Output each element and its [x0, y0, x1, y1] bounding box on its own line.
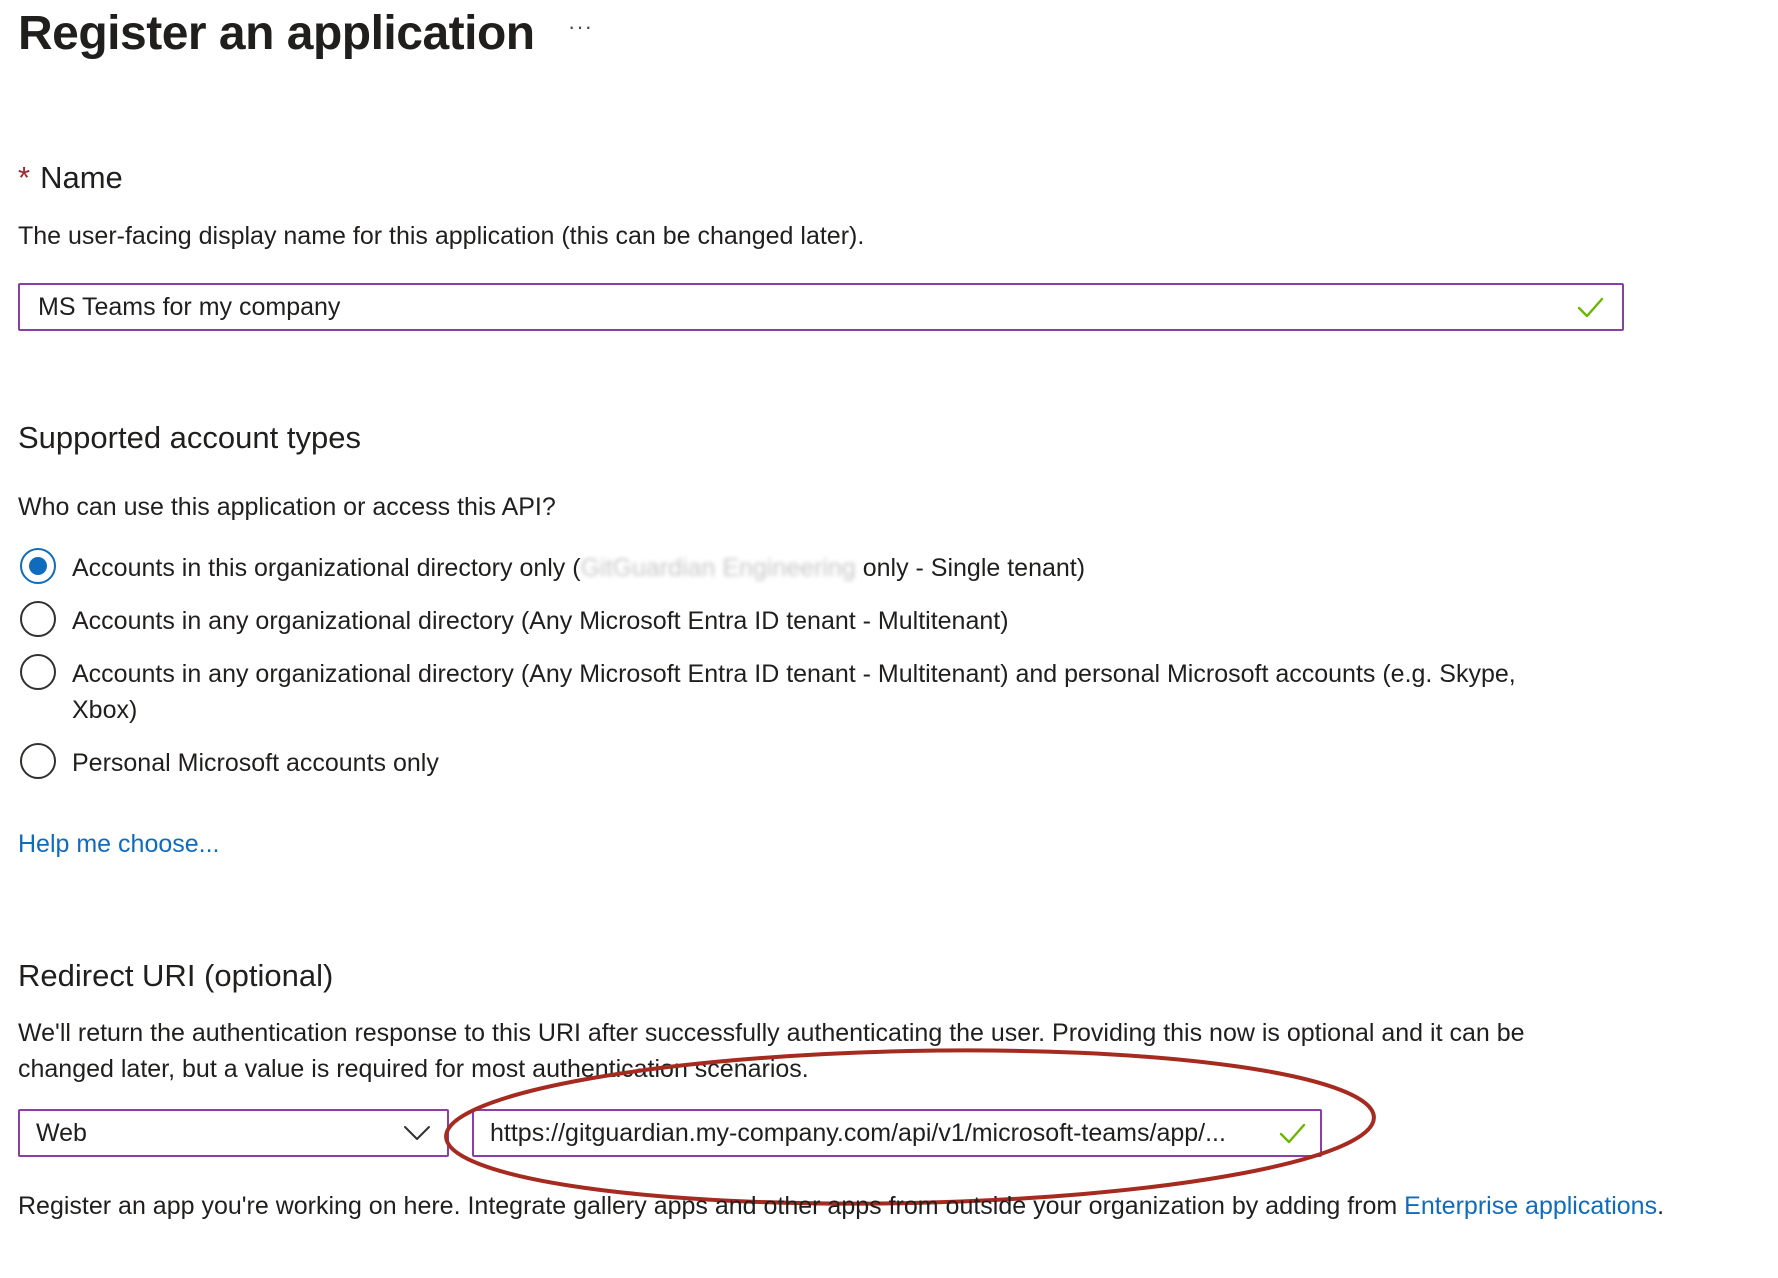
- account-option-single-tenant[interactable]: Accounts in this organizational director…: [20, 548, 1085, 586]
- redacted-tenant-name: GitGuardian Engineering: [580, 554, 856, 582]
- checkmark-icon: [1279, 1123, 1306, 1144]
- account-option-multitenant[interactable]: Accounts in any organizational directory…: [20, 601, 1009, 639]
- register-app-page: Register an application ··· * Name The us…: [0, 0, 1778, 1278]
- redirect-description-line-2: changed later, but a value is required f…: [18, 1055, 809, 1083]
- radio-button-selected[interactable]: [20, 548, 56, 584]
- option-line-1: Accounts in any organizational directory…: [72, 660, 1516, 688]
- option-line-2: Xbox): [72, 696, 138, 724]
- name-input[interactable]: MS Teams for my company: [18, 283, 1624, 331]
- redirect-uri-input[interactable]: https://gitguardian.my-company.com/api/v…: [472, 1109, 1322, 1157]
- platform-selected-value: Web: [36, 1118, 87, 1147]
- help-me-choose-link[interactable]: Help me choose...: [18, 830, 220, 859]
- account-option-label: Accounts in this organizational director…: [72, 550, 1085, 586]
- account-option-label: Accounts in any organizational directory…: [72, 656, 1516, 728]
- account-types-question: Who can use this application or access t…: [18, 493, 556, 521]
- radio-button[interactable]: [20, 743, 56, 779]
- more-options-icon[interactable]: ···: [568, 14, 593, 40]
- account-option-label: Accounts in any organizational directory…: [72, 607, 1009, 635]
- account-option-label: Personal Microsoft accounts only: [72, 749, 439, 777]
- name-label: * Name: [18, 160, 123, 196]
- account-option-personal[interactable]: Personal Microsoft accounts only: [20, 743, 439, 781]
- checkmark-icon: [1577, 297, 1604, 318]
- name-label-text: Name: [40, 160, 123, 195]
- footer-text: Register an app you're working on here. …: [18, 1192, 1664, 1221]
- name-description: The user-facing display name for this ap…: [18, 222, 865, 250]
- option-text-after: only - Single tenant): [855, 554, 1086, 582]
- redirect-description-line-1: We'll return the authentication response…: [18, 1019, 1525, 1047]
- redirect-uri-title: Redirect URI (optional): [18, 958, 334, 993]
- redirect-uri-value: https://gitguardian.my-company.com/api/v…: [490, 1118, 1226, 1147]
- required-mark: *: [18, 160, 31, 195]
- platform-dropdown[interactable]: Web: [18, 1109, 449, 1157]
- account-option-multitenant-personal[interactable]: Accounts in any organizational directory…: [20, 654, 1516, 728]
- account-types-title: Supported account types: [18, 420, 361, 455]
- radio-button[interactable]: [20, 654, 56, 690]
- footer-period: .: [1657, 1192, 1665, 1220]
- name-input-value: MS Teams for my company: [38, 292, 341, 321]
- footer-text-body: Register an app you're working on here. …: [18, 1192, 1405, 1220]
- radio-button[interactable]: [20, 601, 56, 637]
- enterprise-applications-link[interactable]: Enterprise applications: [1404, 1192, 1657, 1220]
- option-text-before: Accounts in this organizational director…: [72, 554, 581, 582]
- chevron-down-icon: [404, 1126, 430, 1140]
- page-title: Register an application: [18, 7, 535, 60]
